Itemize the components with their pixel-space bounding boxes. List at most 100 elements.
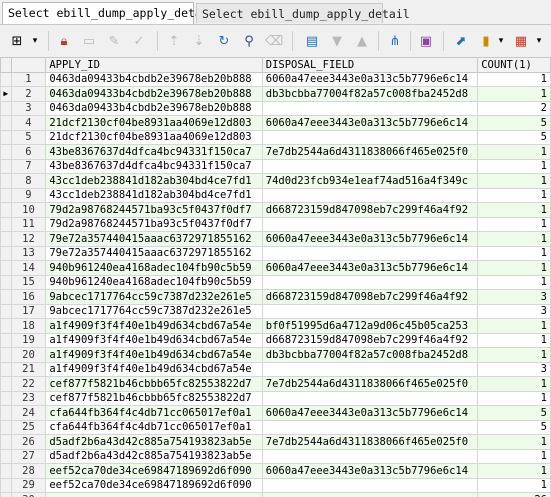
table-row[interactable]: 16 9abcec1717764cc59c7387d232e261e5 d66872…	[0, 289, 551, 305]
table-row[interactable]: 9 43cc1deb238841d182ab304bd4ce7fd1 1	[0, 187, 551, 203]
disposal-field-cell[interactable]	[261, 129, 479, 145]
count-cell[interactable]: 1	[477, 202, 551, 218]
tree-icon[interactable]: ⋔	[386, 32, 404, 50]
apply-id-cell[interactable]: 79d2a98768244571ba93c5f0437f0df7	[45, 202, 263, 218]
apply-id-cell[interactable]: 79e72a357440415aaac6372971855162	[45, 245, 263, 261]
count-cell[interactable]: 1	[477, 231, 551, 247]
apply-id-cell[interactable]: 21dcf2130cf04be8931aa4069e12d803	[45, 115, 263, 131]
apply-id-cell[interactable]: d5adf2b6a43d42c885a754193823ab5e	[45, 448, 263, 464]
count-cell[interactable]: 2	[477, 100, 551, 116]
apply-id-cell[interactable]: 43cc1deb238841d182ab304bd4ce7fd1	[45, 187, 263, 203]
count-cell[interactable]: 1	[477, 332, 551, 348]
count-cell[interactable]: 5	[477, 115, 551, 131]
disposal-field-cell[interactable]	[261, 100, 479, 116]
grid-options-icon[interactable]: ⊞	[8, 32, 26, 50]
apply-id-cell[interactable]	[45, 492, 263, 497]
lock-icon[interactable]: 🔒︎	[55, 32, 73, 50]
apply-id-cell[interactable]: 940b961240ea4168adec104fb90c5b59	[45, 274, 263, 290]
post-icon[interactable]: ✓	[130, 32, 148, 50]
column-header-apply-id[interactable]: APPLY_ID	[45, 57, 263, 73]
insert-row-icon[interactable]: ▭	[80, 32, 98, 50]
apply-id-cell[interactable]: a1f4909f3f4f40e1b49d634cbd67a54e	[45, 361, 263, 377]
disposal-field-cell[interactable]	[261, 361, 479, 377]
column-header-count[interactable]: COUNT(1)	[477, 57, 551, 73]
count-cell[interactable]: 1	[477, 216, 551, 232]
count-cell[interactable]: 1	[477, 376, 551, 392]
save-icon[interactable]: ▣	[417, 32, 435, 50]
disposal-field-cell[interactable]: d668723159d847098eb7c299f46a4f92	[261, 332, 479, 348]
disposal-field-cell[interactable]	[261, 274, 479, 290]
delete-row-icon[interactable]: ✎	[105, 32, 123, 50]
table-row[interactable]: 25 cfa644fb364f4c4db71cc065017ef0a1 5	[0, 419, 551, 435]
apply-id-cell[interactable]: 79d2a98768244571ba93c5f0437f0df7	[45, 216, 263, 232]
grid-view-icon[interactable]: ▦	[512, 32, 530, 50]
chevron-down-icon[interactable]: ▾	[530, 32, 548, 50]
disposal-field-cell[interactable]	[261, 245, 479, 261]
table-row[interactable]: 22 cef877f5821b46cbbb65fc82553822d7 7e7db2…	[0, 376, 551, 392]
apply-id-cell[interactable]: 940b961240ea4168adec104fb90c5b59	[45, 260, 263, 276]
disposal-field-cell[interactable]: d668723159d847098eb7c299f46a4f92	[261, 202, 479, 218]
tab-select-ebill-dump-apply-detail-1[interactable]: Select ebill_dump_apply_detail	[2, 2, 216, 24]
count-cell[interactable]: 5	[477, 405, 551, 421]
apply-id-cell[interactable]: cef877f5821b46cbbb65fc82553822d7	[45, 376, 263, 392]
table-row[interactable]: 28 eef52ca70de34ce69847189692d6f090 6060a4…	[0, 463, 551, 479]
disposal-field-cell[interactable]: db3bcbba77004f82a57c008fba2452d8	[261, 86, 479, 102]
disposal-field-cell[interactable]	[261, 448, 479, 464]
count-cell[interactable]: 1	[477, 434, 551, 450]
disposal-field-cell[interactable]: 6060a47eee3443e0a313c5b7796e6c14	[261, 115, 479, 131]
table-row[interactable]: 17 9abcec1717764cc59c7387d232e261e5 3	[0, 303, 551, 319]
disposal-field-cell[interactable]	[261, 158, 479, 174]
eraser-icon[interactable]: ⌫	[265, 32, 283, 50]
disposal-field-cell[interactable]: db3bcbba77004f82a57c008fba2452d8	[261, 347, 479, 363]
disposal-field-cell[interactable]	[261, 303, 479, 319]
last-record-icon[interactable]: ⇣	[190, 32, 208, 50]
apply-id-cell[interactable]: cfa644fb364f4c4db71cc065017ef0a1	[45, 419, 263, 435]
count-cell[interactable]: 1	[477, 71, 551, 87]
disposal-field-cell[interactable]	[261, 492, 479, 497]
apply-id-cell[interactable]: cef877f5821b46cbbb65fc82553822d7	[45, 390, 263, 406]
apply-id-cell[interactable]: 9abcec1717764cc59c7387d232e261e5	[45, 303, 263, 319]
apply-id-cell[interactable]: 0463da09433b4cbdb2e39678eb20b888	[45, 71, 263, 87]
table-row[interactable]: 11 79d2a98768244571ba93c5f0437f0df7 1	[0, 216, 551, 232]
sort-icon[interactable]: ▲	[353, 32, 371, 50]
first-record-icon[interactable]: ⇡	[165, 32, 183, 50]
disposal-field-cell[interactable]: 74d0d23fcb934e1eaf74ad516a4f349c	[261, 173, 479, 189]
table-row[interactable]: ▶ 2 0463da09433b4cbdb2e39678eb20b888 db3bcb…	[0, 86, 551, 102]
count-cell[interactable]: 1	[477, 448, 551, 464]
count-cell[interactable]: 1	[477, 477, 551, 493]
table-row[interactable]: 7 43be8367637d4dfca4bc94331f150ca7 1	[0, 158, 551, 174]
apply-id-cell[interactable]: 9abcec1717764cc59c7387d232e261e5	[45, 289, 263, 305]
table-row[interactable]: 5 21dcf2130cf04be8931aa4069e12d803 5	[0, 129, 551, 145]
count-cell[interactable]: 1	[477, 245, 551, 261]
disposal-field-cell[interactable]	[261, 419, 479, 435]
filter-icon[interactable]: ▼	[328, 32, 346, 50]
binoculars-icon[interactable]: ⚲	[240, 32, 258, 50]
disposal-field-cell[interactable]	[261, 216, 479, 232]
table-row[interactable]: 26 d5adf2b6a43d42c885a754193823ab5e 7e7db2…	[0, 434, 551, 450]
table-row[interactable]: 15 940b961240ea4168adec104fb90c5b59 1	[0, 274, 551, 290]
count-cell[interactable]: 1	[477, 86, 551, 102]
apply-id-cell[interactable]: d5adf2b6a43d42c885a754193823ab5e	[45, 434, 263, 450]
result-grid[interactable]: APPLY_ID DISPOSAL_FIELD COUNT(1) 1 0463da…	[0, 57, 551, 497]
disposal-field-cell[interactable]: 6060a47eee3443e0a313c5b7796e6c14	[261, 463, 479, 479]
table-row[interactable]: 6 43be8367637d4dfca4bc94331f150ca7 7e7db25…	[0, 144, 551, 160]
table-row[interactable]: 30 26	[0, 492, 551, 497]
apply-id-cell[interactable]: 43cc1deb238841d182ab304bd4ce7fd1	[45, 173, 263, 189]
tab-select-ebill-dump-apply-detail-2[interactable]: Select ebill_dump_apply_detail	[196, 3, 410, 23]
apply-id-cell[interactable]: cfa644fb364f4c4db71cc065017ef0a1	[45, 405, 263, 421]
disposal-field-cell[interactable]: 7e7db2544a6d4311838066f465e025f0	[261, 144, 479, 160]
apply-id-cell[interactable]: a1f4909f3f4f40e1b49d634cbd67a54e	[45, 318, 263, 334]
disposal-field-cell[interactable]: 7e7db2544a6d4311838066f465e025f0	[261, 434, 479, 450]
count-cell[interactable]: 5	[477, 129, 551, 145]
count-cell[interactable]: 1	[477, 463, 551, 479]
apply-id-cell[interactable]: a1f4909f3f4f40e1b49d634cbd67a54e	[45, 347, 263, 363]
table-row[interactable]: 24 cfa644fb364f4c4db71cc065017ef0a1 6060a4…	[0, 405, 551, 421]
table-row[interactable]: 13 79e72a357440415aaac6372971855162 1	[0, 245, 551, 261]
disposal-field-cell[interactable]: 6060a47eee3443e0a313c5b7796e6c14	[261, 71, 479, 87]
disposal-field-cell[interactable]: 6060a47eee3443e0a313c5b7796e6c14	[261, 405, 479, 421]
apply-id-cell[interactable]: 43be8367637d4dfca4bc94331f150ca7	[45, 144, 263, 160]
apply-id-cell[interactable]: 21dcf2130cf04be8931aa4069e12d803	[45, 129, 263, 145]
table-row[interactable]: 27 d5adf2b6a43d42c885a754193823ab5e 1	[0, 448, 551, 464]
apply-id-cell[interactable]: eef52ca70de34ce69847189692d6f090	[45, 477, 263, 493]
export-icon[interactable]: ⬈	[452, 32, 470, 50]
